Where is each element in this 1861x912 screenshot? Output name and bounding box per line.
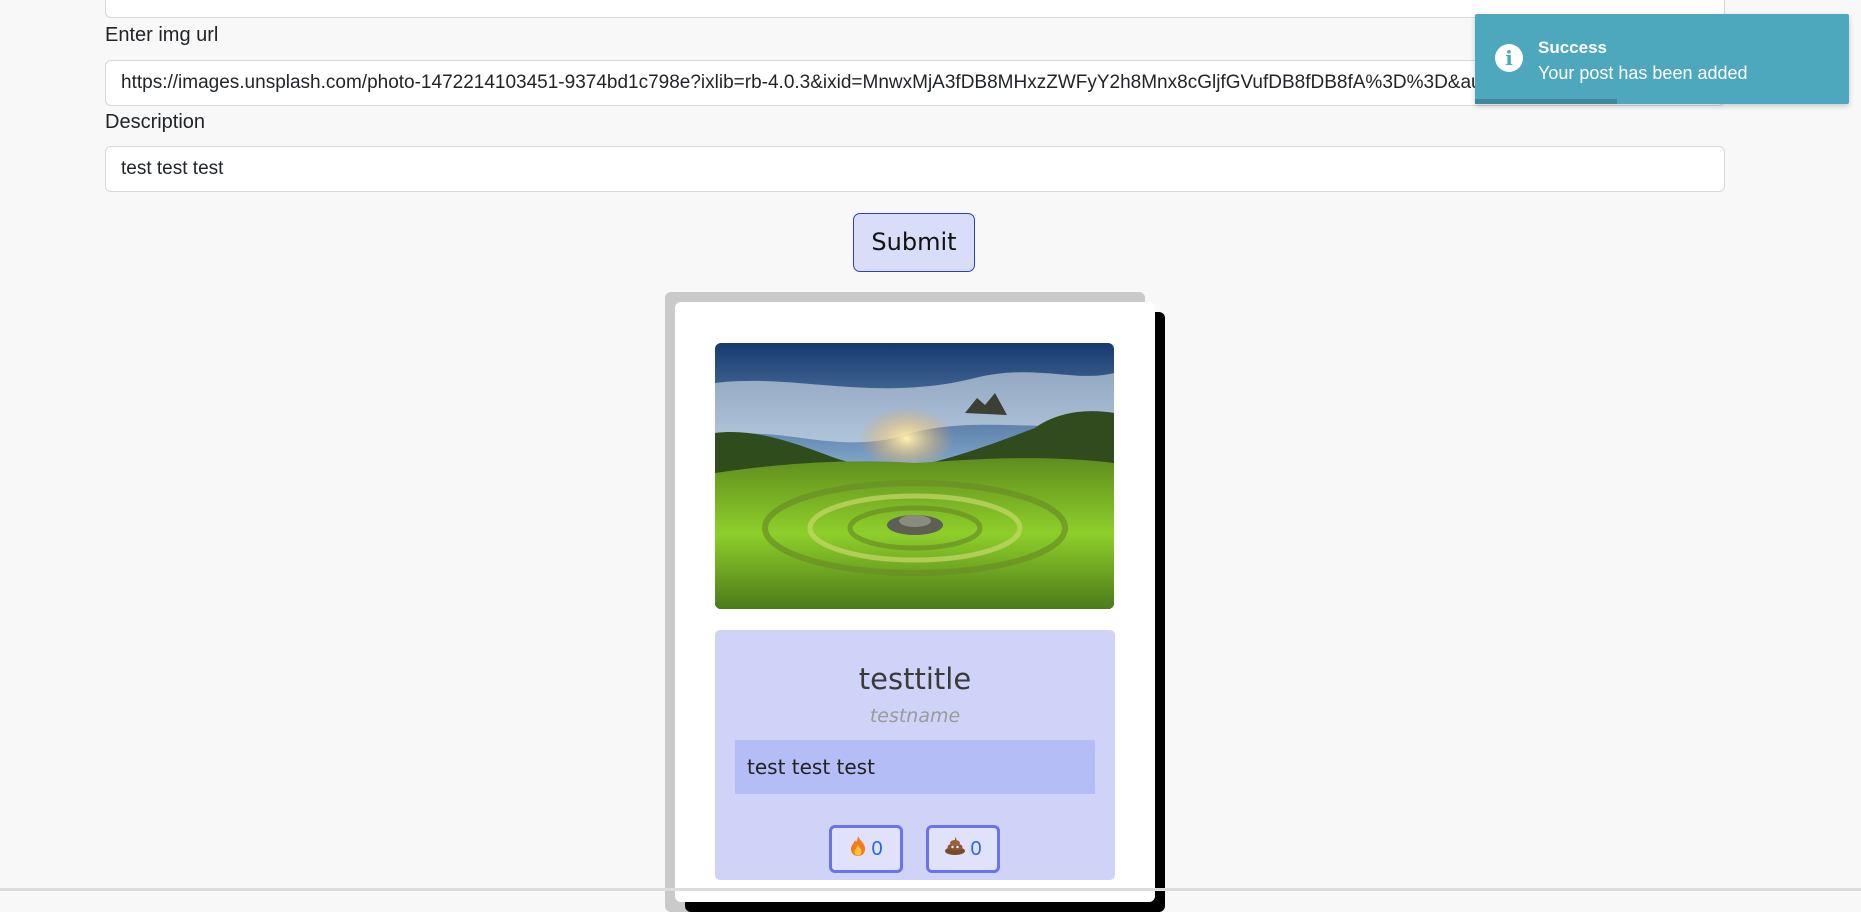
img-url-label: Enter img url bbox=[105, 24, 219, 46]
success-toast[interactable]: i Success Your post has been added bbox=[1475, 14, 1849, 104]
post-image bbox=[715, 343, 1114, 609]
fire-count: 0 bbox=[871, 837, 883, 860]
description-label: Description bbox=[105, 111, 206, 133]
post-card-body: testtitle testname test test test 0 0 bbox=[715, 630, 1115, 880]
img-url-input-value: https://images.unsplash.com/photo-147221… bbox=[121, 72, 1628, 93]
post-title: testtitle bbox=[858, 662, 972, 696]
post-author: testname bbox=[869, 705, 961, 727]
info-icon: i bbox=[1495, 44, 1523, 72]
poop-reaction-button[interactable]: 0 bbox=[926, 825, 1000, 873]
submit-button[interactable]: Submit bbox=[853, 213, 975, 272]
poop-icon bbox=[944, 837, 966, 861]
description-input-value: test test test bbox=[121, 158, 224, 179]
fire-reaction-button[interactable]: 0 bbox=[829, 825, 903, 873]
title-input-value: testtitle bbox=[121, 0, 181, 5]
description-input[interactable]: test test test bbox=[105, 146, 1725, 192]
toast-progress-bar bbox=[1475, 99, 1618, 104]
toast-title: Success bbox=[1538, 38, 1607, 57]
poop-count: 0 bbox=[970, 837, 982, 860]
fire-icon bbox=[849, 835, 867, 863]
landscape-image bbox=[715, 343, 1114, 609]
post-description: test test test bbox=[735, 740, 1095, 794]
toast-message: Your post has been added bbox=[1538, 63, 1748, 83]
